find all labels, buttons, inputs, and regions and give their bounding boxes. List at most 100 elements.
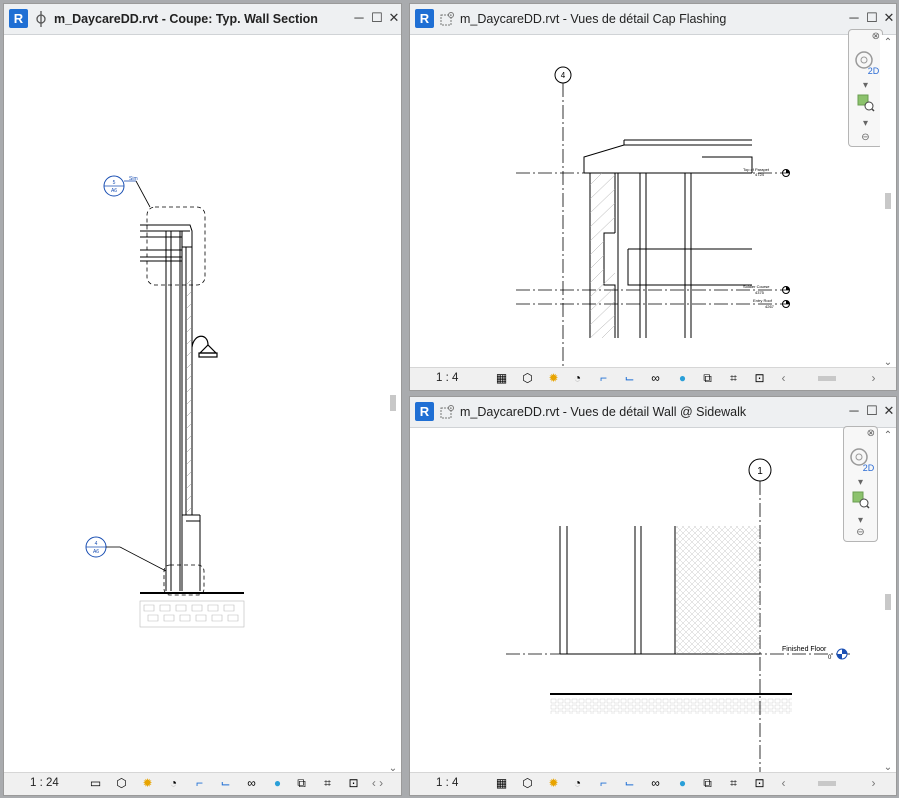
scroll-right-arrow[interactable]: › bbox=[866, 776, 881, 791]
detail-level-icon[interactable]: ▭ bbox=[88, 776, 103, 791]
show-crop-icon[interactable]: ⌙ bbox=[218, 776, 233, 791]
shadows-icon[interactable]: ◔ bbox=[570, 776, 585, 791]
wheel-dropdown-icon[interactable]: ▾ bbox=[849, 80, 882, 91]
section-view-icon bbox=[36, 11, 46, 27]
detail-level-icon[interactable]: ▦ bbox=[494, 371, 509, 386]
scroll-thumb[interactable] bbox=[390, 395, 396, 411]
crop-view-icon[interactable]: ⌐ bbox=[596, 776, 611, 791]
callout-sheet: A6 bbox=[111, 188, 117, 194]
analytical-model-icon[interactable]: ⌗ bbox=[726, 776, 741, 791]
temporary-hide-icon[interactable]: ∞ bbox=[244, 776, 259, 791]
statusbar-more-icon[interactable]: ‹ › bbox=[370, 776, 385, 791]
show-crop-icon[interactable]: ⌙ bbox=[622, 371, 637, 386]
close-button[interactable]: ✕ bbox=[881, 403, 896, 419]
view-window-wall-sidewalk[interactable]: R m_DaycareDD.rvt - Vues de détail Wall … bbox=[409, 396, 897, 796]
scroll-thumb[interactable] bbox=[885, 594, 891, 610]
vertical-scrollbar[interactable]: ⌃ ⌄ bbox=[880, 35, 896, 368]
visual-style-icon[interactable]: ⬡ bbox=[114, 776, 129, 791]
level-head-finished-floor[interactable]: Finished Floor 0 bbox=[782, 646, 848, 661]
maximize-button[interactable]: ☐ bbox=[369, 10, 385, 26]
zoom-region-icon[interactable] bbox=[857, 94, 875, 112]
scroll-right-arrow[interactable]: › bbox=[866, 371, 881, 386]
callout-boundary-top[interactable] bbox=[146, 206, 206, 286]
grid-label: 4 bbox=[561, 71, 566, 80]
crop-view-icon[interactable]: ⌐ bbox=[596, 371, 611, 386]
zoom-dropdown-icon[interactable]: ▾ bbox=[844, 515, 877, 526]
view-window-wall-section[interactable]: R m_DaycareDD.rvt - Coupe: Typ. Wall Sec… bbox=[3, 3, 402, 796]
visual-style-icon[interactable]: ⬡ bbox=[520, 371, 535, 386]
view-scale[interactable]: 1 : 4 bbox=[436, 777, 458, 789]
shadows-icon[interactable]: ◔ bbox=[166, 776, 181, 791]
scroll-left-arrow[interactable]: ‹ bbox=[776, 371, 791, 386]
drawing-canvas[interactable]: 5 A6 Sim 4 A6 bbox=[4, 35, 385, 773]
close-navbar-icon[interactable]: ⊗ bbox=[849, 31, 880, 42]
minimize-button[interactable]: ─ bbox=[846, 10, 862, 26]
grid-head[interactable]: 4 bbox=[554, 66, 572, 370]
highlight-displacement-icon[interactable]: ⊡ bbox=[752, 776, 767, 791]
reveal-hidden-icon[interactable]: ● bbox=[675, 371, 690, 386]
minimize-button[interactable]: ─ bbox=[351, 10, 367, 26]
sun-path-icon[interactable]: ✹ bbox=[546, 776, 561, 791]
minimize-button[interactable]: ─ bbox=[846, 403, 862, 419]
horizontal-scrollbar[interactable] bbox=[794, 778, 864, 790]
close-button[interactable]: ✕ bbox=[386, 10, 401, 26]
cap-flashing-geometry bbox=[583, 139, 753, 338]
reveal-hidden-icon[interactable]: ● bbox=[270, 776, 285, 791]
view-title-bar[interactable]: R m_DaycareDD.rvt - Coupe: Typ. Wall Sec… bbox=[4, 4, 401, 35]
grid-label: 1 bbox=[757, 466, 763, 477]
view-title: m_DaycareDD.rvt - Coupe: Typ. Wall Secti… bbox=[54, 12, 318, 26]
zoom-dropdown-icon[interactable]: ▾ bbox=[849, 118, 882, 129]
scroll-up-arrow[interactable]: ⌃ bbox=[880, 430, 896, 441]
zoom-region-icon[interactable] bbox=[852, 491, 870, 509]
close-button[interactable]: ✕ bbox=[881, 10, 896, 26]
maximize-button[interactable]: ☐ bbox=[864, 403, 880, 419]
highlight-displacement-icon[interactable]: ⊡ bbox=[346, 776, 361, 791]
view-title-bar[interactable]: R m_DaycareDD.rvt - Vues de détail Cap F… bbox=[410, 4, 896, 35]
maximize-button[interactable]: ☐ bbox=[864, 10, 880, 26]
close-navbar-icon[interactable]: ⊗ bbox=[844, 428, 875, 439]
temporary-hide-icon[interactable]: ∞ bbox=[648, 776, 663, 791]
analytical-model-icon[interactable]: ⌗ bbox=[320, 776, 335, 791]
level-head-entry-roof[interactable]: Entry Roof 4267 bbox=[753, 298, 790, 309]
analytical-model-icon[interactable]: ⌗ bbox=[726, 371, 741, 386]
worksharing-icon[interactable]: ⧉ bbox=[700, 776, 715, 791]
navbar-options-icon[interactable]: ⊖ bbox=[849, 132, 882, 143]
worksharing-icon[interactable]: ⧉ bbox=[294, 776, 309, 791]
vertical-scrollbar[interactable]: ⌃ ⌄ bbox=[880, 428, 896, 773]
view-scale[interactable]: 1 : 24 bbox=[30, 777, 59, 789]
drawing-canvas[interactable]: 4 Top of Parapet 4724 Soldier Course 437… bbox=[410, 35, 880, 370]
navbar-options-icon[interactable]: ⊖ bbox=[844, 527, 877, 538]
level-head-soldier[interactable]: Soldier Course 4375 bbox=[743, 284, 790, 295]
show-crop-icon[interactable]: ⌙ bbox=[622, 776, 637, 791]
reveal-hidden-icon[interactable]: ● bbox=[675, 776, 690, 791]
scroll-up-arrow[interactable]: ⌃ bbox=[880, 37, 896, 48]
drawing-canvas[interactable]: 1 Finished Floor 0 bbox=[410, 428, 880, 775]
wheel-dropdown-icon[interactable]: ▾ bbox=[844, 477, 877, 488]
detail-callout-tag-bottom[interactable]: 4 A6 bbox=[85, 536, 167, 572]
sun-path-icon[interactable]: ✹ bbox=[546, 371, 561, 386]
temporary-hide-icon[interactable]: ∞ bbox=[648, 371, 663, 386]
worksharing-icon[interactable]: ⧉ bbox=[700, 371, 715, 386]
hscroll-thumb[interactable] bbox=[818, 781, 836, 786]
detail-level-icon[interactable]: ▦ bbox=[494, 776, 509, 791]
view-window-cap-flashing[interactable]: R m_DaycareDD.rvt - Vues de détail Cap F… bbox=[409, 3, 897, 391]
sun-path-icon[interactable]: ✹ bbox=[140, 776, 155, 791]
horizontal-splitter[interactable] bbox=[409, 391, 897, 396]
view-scale[interactable]: 1 : 4 bbox=[436, 372, 458, 384]
view-title-bar[interactable]: R m_DaycareDD.rvt - Vues de détail Wall … bbox=[410, 397, 896, 428]
revit-app-icon: R bbox=[9, 9, 28, 28]
detail-callout-tag-top[interactable]: 5 A6 Sim bbox=[103, 175, 151, 208]
shadows-icon[interactable]: ◔ bbox=[570, 371, 585, 386]
level-head-parapet[interactable]: Top of Parapet 4724 bbox=[743, 167, 790, 177]
highlight-displacement-icon[interactable]: ⊡ bbox=[752, 371, 767, 386]
level-value: 4724 bbox=[755, 172, 765, 177]
hscroll-thumb[interactable] bbox=[818, 376, 836, 381]
scroll-left-arrow[interactable]: ‹ bbox=[776, 776, 791, 791]
callout-boundary-bottom[interactable] bbox=[163, 564, 205, 596]
visual-style-icon[interactable]: ⬡ bbox=[520, 776, 535, 791]
scroll-thumb[interactable] bbox=[885, 193, 891, 209]
vertical-scrollbar[interactable]: ⌄ bbox=[385, 35, 401, 774]
vertical-splitter[interactable] bbox=[402, 3, 409, 796]
horizontal-scrollbar[interactable] bbox=[794, 373, 864, 385]
crop-view-icon[interactable]: ⌐ bbox=[192, 776, 207, 791]
